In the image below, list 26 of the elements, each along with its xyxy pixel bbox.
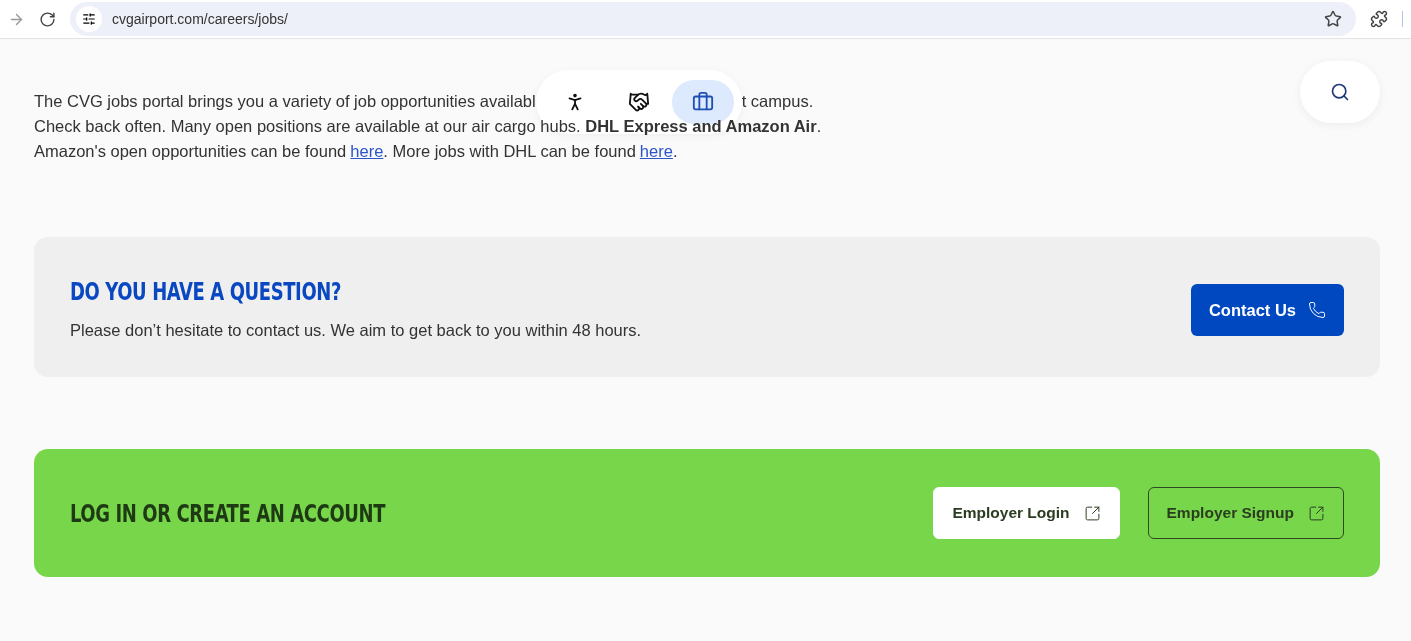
intro-text: Amazon's open opportunities can be found xyxy=(34,141,347,162)
account-title: LOG IN OR CREATE AN ACCOUNT xyxy=(70,498,386,528)
employer-button[interactable]: Employer Login xyxy=(933,487,1120,539)
question-text: Please don’t hesitate to contact us. We aim to get back to you within 48 hours. xyxy=(70,320,643,341)
search-icon xyxy=(1330,82,1350,102)
employer-button[interactable]: Employer Signup xyxy=(1147,487,1344,539)
here-link[interactable]: here xyxy=(639,139,673,164)
contact-button[interactable]: Contact Us xyxy=(1190,284,1344,336)
intro-text: Check back often. Many open positions are available at our air cargo hubs. DHL Express and Amazon Air. xyxy=(34,116,822,137)
star-icon[interactable] xyxy=(1324,10,1342,28)
intro-text: The CVG jobs portal brings you a variety of job opportunities availabl xyxy=(34,91,536,112)
question-title: DO YOU HAVE A QUESTION? xyxy=(70,277,342,306)
reload-icon[interactable] xyxy=(39,10,56,28)
external-link-icon xyxy=(1308,504,1325,522)
phone-icon xyxy=(1308,301,1326,319)
puzzle-icon[interactable] xyxy=(1370,10,1388,28)
handshake-icon xyxy=(627,90,650,113)
site-settings-icon[interactable] xyxy=(76,6,102,32)
intro-text: t campus. xyxy=(741,91,814,112)
here-link[interactable]: here xyxy=(350,139,384,164)
briefcase-icon xyxy=(691,90,714,113)
address-bar[interactable]: cvgairport.com/careers/jobs/ xyxy=(70,2,1356,36)
external-link-icon xyxy=(1083,504,1101,522)
url-text: cvgairport.com/careers/jobs/ xyxy=(112,11,289,27)
intro-text: . xyxy=(672,141,678,162)
intro-text: . More jobs with DHL can be found xyxy=(383,141,636,162)
